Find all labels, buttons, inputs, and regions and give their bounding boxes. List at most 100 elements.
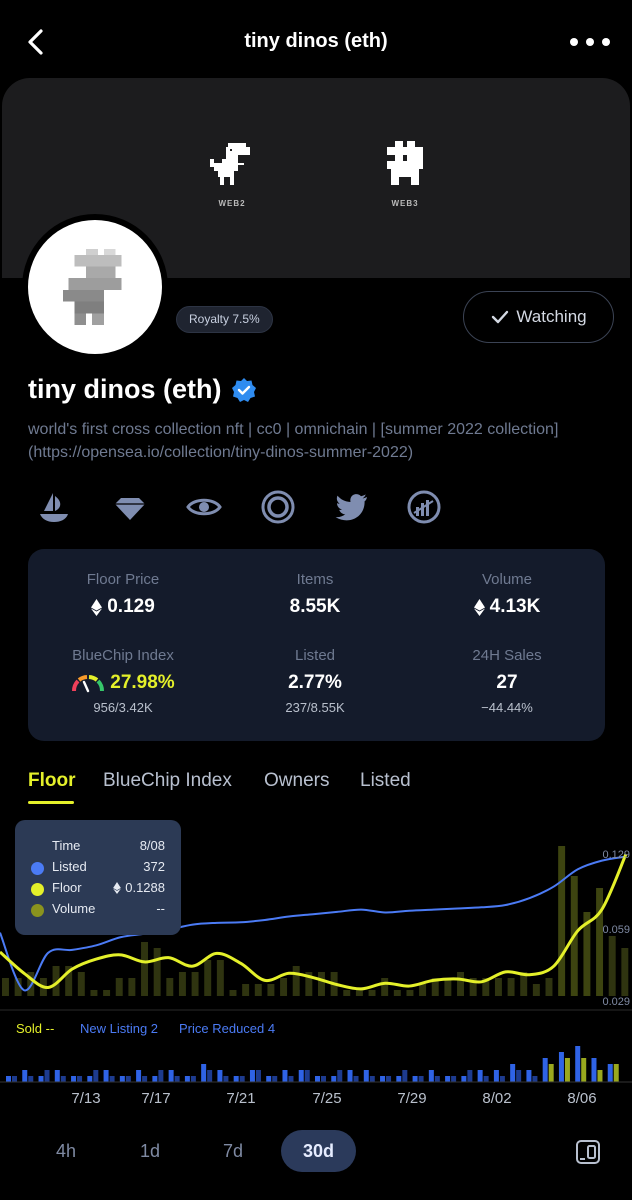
new-listing-bar: [396, 1076, 402, 1082]
tab-bluechip-index[interactable]: BlueChip Index: [103, 770, 232, 792]
tooltip-time-label: Time: [52, 838, 81, 853]
price-reduced-bar: [255, 1070, 261, 1082]
volume-bar: [191, 972, 199, 996]
more-options-icon[interactable]: [570, 30, 610, 54]
new-listing-bar: [168, 1070, 174, 1082]
price-reduced-bar: [304, 1070, 310, 1082]
tooltip-volume-row: Volume --: [15, 901, 181, 919]
opensea-icon[interactable]: [36, 489, 72, 525]
web2-dino-icon: WEB2: [210, 143, 254, 208]
web2-label: WEB2: [218, 199, 246, 208]
new-listing-bar: [87, 1076, 93, 1082]
eye-icon[interactable]: [186, 489, 222, 525]
pixel-dino-icon: [62, 249, 122, 325]
new-listing-bar: [542, 1058, 548, 1082]
price-reduced-bar: [272, 1076, 278, 1082]
collection-name: tiny dinos (eth): [28, 374, 257, 405]
price-reduced-bar: [174, 1076, 180, 1082]
new-listing-bar: [184, 1076, 190, 1082]
volume-bar: [608, 936, 616, 996]
price-reduced-bar: [613, 1064, 619, 1082]
period-30d[interactable]: 30d: [281, 1130, 356, 1172]
volume-bar: [558, 846, 566, 996]
x-tick-label: 8/06: [567, 1090, 597, 1107]
new-listing-bar: [380, 1076, 386, 1082]
watching-label: Watching: [516, 307, 587, 326]
new-listing-bar: [493, 1070, 499, 1082]
volume-bar: [103, 990, 111, 996]
volume-bar: [204, 960, 212, 996]
tab-listed[interactable]: Listed: [360, 770, 411, 792]
social-links: [36, 489, 456, 529]
volume-bar: [621, 948, 629, 996]
tooltip-listed-row: Listed 372: [15, 859, 181, 877]
volume-bar: [153, 948, 161, 996]
volume-bar: [419, 984, 427, 996]
price-reduced-bar: [12, 1076, 17, 1082]
x-tick-label: 7/29: [397, 1090, 427, 1107]
tab-floor[interactable]: Floor: [28, 770, 76, 792]
y-tick-top: 0.129: [602, 849, 630, 861]
price-reduced-bar: [353, 1076, 359, 1082]
period-4h[interactable]: 4h: [40, 1130, 92, 1172]
new-listing-bar: [103, 1070, 109, 1082]
price-reduced-bar: [597, 1070, 603, 1082]
new-listing-bar: [282, 1070, 288, 1082]
web3-label: WEB3: [391, 199, 419, 208]
tooltip-volume-value: --: [156, 901, 165, 916]
price-reduced-bar: [499, 1076, 505, 1082]
collection-name-text: tiny dinos (eth): [28, 374, 222, 404]
price-reduced-bar: [28, 1076, 34, 1082]
price-reduced-bar: [337, 1070, 343, 1082]
volume-bar: [343, 990, 351, 996]
volume-bar: [229, 990, 237, 996]
period-1d[interactable]: 1d: [124, 1130, 176, 1172]
x-tick-label: 7/25: [312, 1090, 342, 1107]
tooltip-volume-label: Volume: [52, 901, 96, 916]
volume-bar: [444, 978, 452, 996]
checkmark-icon: [492, 310, 509, 324]
new-listing-bar: [54, 1070, 60, 1082]
price-reduced-bar: [532, 1076, 538, 1082]
volume-bar: [494, 978, 502, 996]
new-listing-bar: [331, 1076, 337, 1082]
verified-badge-icon: [232, 377, 257, 402]
period-7d[interactable]: 7d: [207, 1130, 259, 1172]
volume-bar: [166, 978, 174, 996]
bluechip-sub: 956/3.42K: [93, 700, 153, 715]
watching-button[interactable]: Watching: [463, 291, 614, 343]
bluechip-value: 27.98%: [110, 672, 175, 693]
new-listing-bar: [445, 1076, 451, 1082]
new-listing-bar: [22, 1070, 28, 1082]
circle-target-icon[interactable]: [260, 489, 296, 525]
price-reduced-bar: [434, 1076, 440, 1082]
price-reduced-bar: [402, 1070, 408, 1082]
tab-owners[interactable]: Owners: [264, 770, 329, 792]
new-listing-bar: [315, 1076, 320, 1082]
price-reduced-bar: [451, 1076, 457, 1082]
volume-bar: [457, 972, 464, 996]
price-reduced-bar: [516, 1070, 522, 1082]
legend-price-reduced: Price Reduced 4: [179, 1021, 276, 1036]
floor-price-stat: Floor Price 0.129: [28, 571, 218, 618]
new-listing-bar: [575, 1046, 581, 1082]
volume-bar: [2, 978, 9, 996]
sales-value: 27: [496, 672, 518, 693]
volume-bar: [532, 984, 540, 996]
new-listing-bar: [607, 1064, 613, 1082]
price-reduced-bar: [564, 1058, 570, 1082]
twitter-icon[interactable]: [334, 489, 370, 525]
tooltip-floor-label: Floor: [52, 880, 82, 895]
diamond-icon[interactable]: [112, 489, 148, 525]
new-listing-bar: [412, 1076, 418, 1082]
x-tick-label: 7/17: [141, 1090, 171, 1107]
collection-description: world's first cross collection nft | cc0…: [28, 421, 559, 461]
chart-tooltip: Time 8/08 Listed 372 Floor 0.1288 Volume…: [15, 820, 181, 935]
chart-layout-icon[interactable]: [574, 1138, 602, 1166]
new-listing-bar: [298, 1070, 304, 1082]
price-reduced-bar: [93, 1070, 99, 1082]
analytics-icon[interactable]: [406, 489, 442, 525]
x-tick-label: 8/02: [482, 1090, 512, 1107]
x-axis: 7/13 7/17 7/21 7/25 7/29 8/02 8/06: [0, 1090, 632, 1110]
volume-bar: [178, 972, 186, 996]
